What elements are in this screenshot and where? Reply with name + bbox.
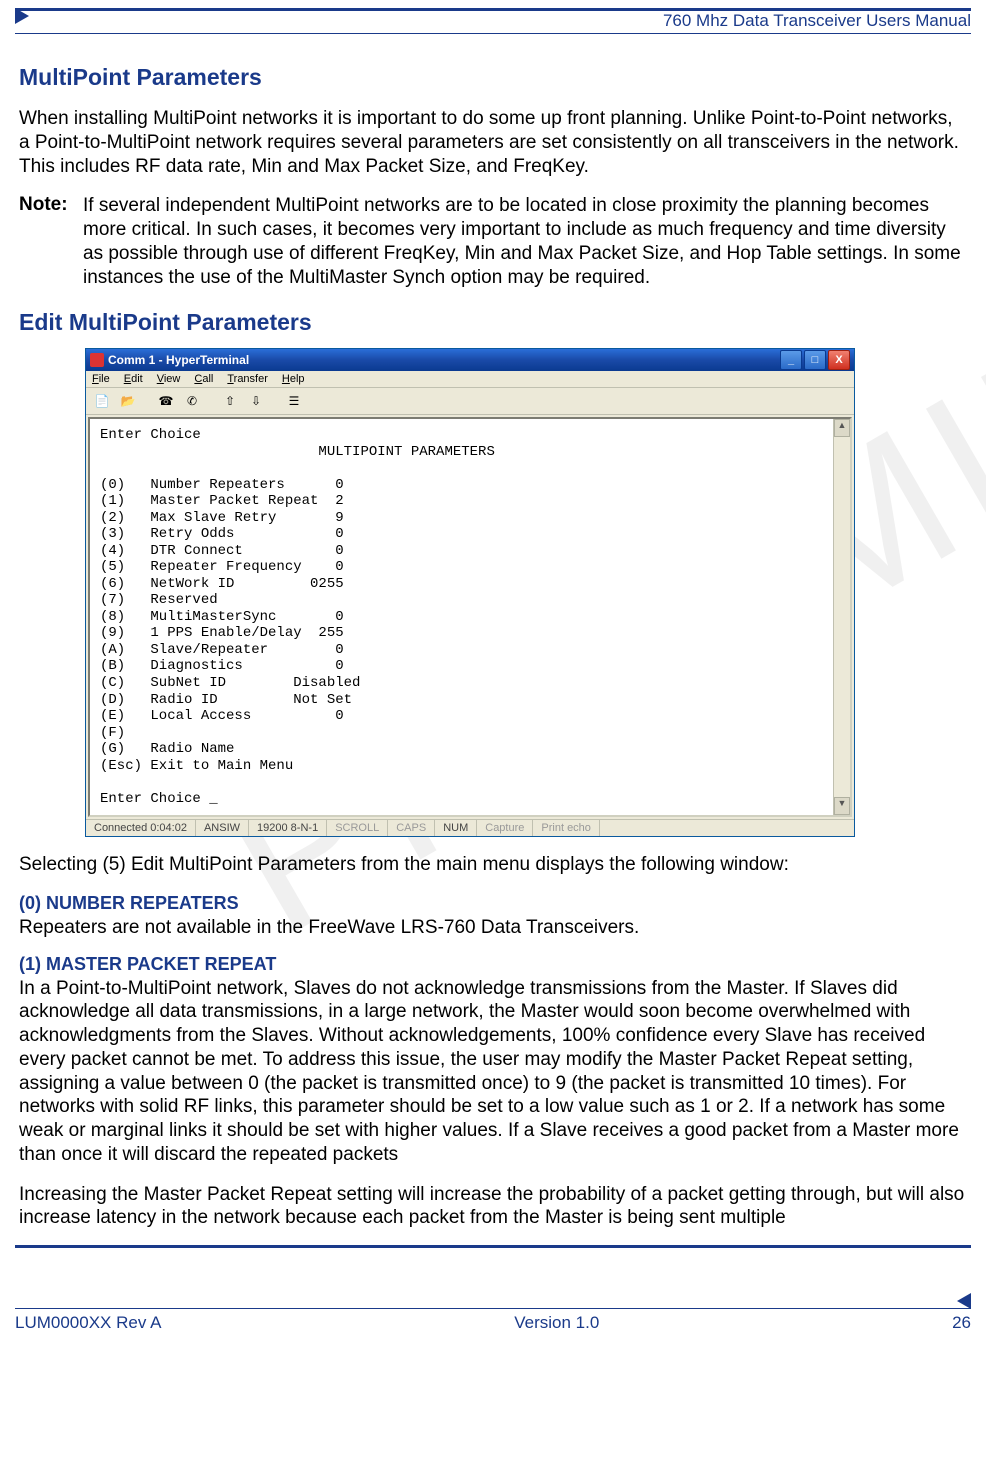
maximize-button[interactable]: □	[804, 350, 826, 370]
param-heading-1: (1) MASTER PACKET REPEAT	[19, 954, 967, 975]
page-header: 760 Mhz Data Transceiver Users Manual	[15, 8, 971, 34]
status-scroll: SCROLL	[327, 820, 388, 836]
param-heading-0: (0) NUMBER REPEATERS	[19, 893, 967, 914]
footer-right: 26	[952, 1313, 971, 1333]
header-arrow-icon	[15, 8, 29, 24]
page-footer: LUM0000XX Rev A Version 1.0 26	[15, 1308, 971, 1333]
param-body-1b: Increasing the Master Packet Repeat sett…	[19, 1183, 967, 1231]
hyperterminal-window: Comm 1 - HyperTerminal _ □ X File Edit V…	[85, 348, 855, 837]
scroll-up-icon[interactable]: ▲	[834, 419, 850, 437]
scroll-down-icon[interactable]: ▼	[834, 797, 850, 815]
status-capture: Capture	[477, 820, 533, 836]
menu-view[interactable]: View	[157, 373, 181, 385]
toolbar: 📄 📂 ☎ ✆ ⇧ ⇩ ☰	[86, 388, 854, 415]
status-num: NUM	[435, 820, 477, 836]
new-doc-icon[interactable]: 📄	[92, 391, 112, 411]
param-body-1: In a Point-to-MultiPoint network, Slaves…	[19, 977, 967, 1167]
status-emulation: ANSIW	[196, 820, 249, 836]
note-body: If several independent MultiPoint networ…	[83, 194, 967, 289]
footer-arrow-icon	[957, 1293, 971, 1309]
menubar: File Edit View Call Transfer Help	[86, 371, 854, 388]
footer-left: LUM0000XX Rev A	[15, 1313, 161, 1333]
param-body-0: Repeaters are not available in the FreeW…	[19, 916, 967, 940]
status-connected: Connected 0:04:02	[86, 820, 196, 836]
header-title: 760 Mhz Data Transceiver Users Manual	[663, 11, 971, 31]
open-icon[interactable]: 📂	[118, 391, 138, 411]
selecting-paragraph: Selecting (5) Edit MultiPoint Parameters…	[19, 853, 967, 877]
menu-edit[interactable]: Edit	[124, 373, 143, 385]
status-caps: CAPS	[388, 820, 435, 836]
menu-call[interactable]: Call	[194, 373, 213, 385]
app-icon	[90, 353, 104, 367]
status-line: 19200 8-N-1	[249, 820, 327, 836]
statusbar: Connected 0:04:02 ANSIW 19200 8-N-1 SCRO…	[86, 819, 854, 836]
call-icon[interactable]: ☎	[156, 391, 176, 411]
section-heading-multipoint: MultiPoint Parameters	[19, 64, 967, 91]
close-button[interactable]: X	[828, 350, 850, 370]
intro-paragraph: When installing MultiPoint networks it i…	[19, 107, 967, 178]
receive-icon[interactable]: ⇩	[246, 391, 266, 411]
hangup-icon[interactable]: ✆	[182, 391, 202, 411]
section-heading-edit: Edit MultiPoint Parameters	[19, 309, 967, 336]
send-icon[interactable]: ⇧	[220, 391, 240, 411]
minimize-button[interactable]: _	[780, 350, 802, 370]
status-printecho: Print echo	[533, 820, 600, 836]
titlebar: Comm 1 - HyperTerminal _ □ X	[86, 349, 854, 371]
note-label: Note:	[19, 194, 83, 289]
footer-center: Version 1.0	[514, 1313, 599, 1333]
scrollbar[interactable]: ▲ ▼	[833, 419, 850, 815]
props-icon[interactable]: ☰	[284, 391, 304, 411]
menu-help[interactable]: Help	[282, 373, 305, 385]
menu-file[interactable]: File	[92, 373, 110, 385]
window-title: Comm 1 - HyperTerminal	[108, 353, 249, 367]
terminal-output[interactable]: Enter Choice MULTIPOINT PARAMETERS (0) N…	[90, 419, 833, 815]
menu-transfer[interactable]: Transfer	[227, 373, 268, 385]
